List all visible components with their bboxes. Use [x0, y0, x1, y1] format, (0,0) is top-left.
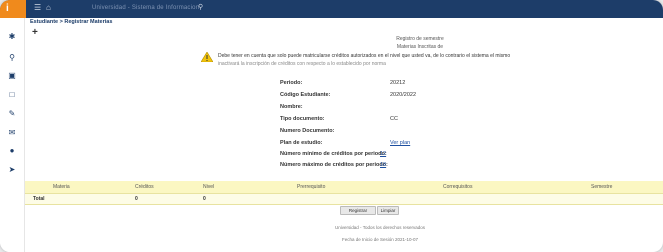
subjects-table-header: Materia Créditos Nivel Prerrequisito Cor… — [25, 181, 663, 193]
max-credits-label: Número máximo de créditos por periodo: — [280, 162, 388, 168]
total-credits: 0 — [135, 196, 138, 202]
add-icon[interactable]: + — [32, 27, 38, 38]
page-subtitle: Materias Inscritas de — [396, 44, 444, 50]
warning-message: Debe tener en cuenta que solo puede matr… — [218, 52, 663, 68]
top-title: Universidad - Sistema de Informacion — [92, 5, 200, 11]
total-label: Total — [33, 196, 45, 202]
document-type-label: Tipo documento: — [280, 116, 325, 122]
warning-line-1: Debe tener en cuenta que solo puede matr… — [218, 53, 511, 59]
document-icon[interactable]: □ — [8, 91, 16, 99]
study-plan-label: Plan de estudio: — [280, 140, 323, 146]
app-window: i ☰ ⌂ Universidad - Sistema de Informaci… — [0, 0, 663, 252]
warning-line-2: inactivará la inscripción de créditos co… — [218, 61, 386, 67]
globe-icon[interactable]: ● — [8, 147, 16, 155]
search-icon[interactable]: ⚲ — [198, 3, 203, 11]
warning-icon — [201, 52, 213, 62]
max-credits-value: 18 — [380, 162, 387, 168]
col-prerequisite: Prerrequisito — [297, 184, 326, 190]
mail-icon[interactable]: ✉ — [8, 129, 16, 137]
col-subject: Materia — [53, 184, 70, 190]
period-value: 20212 — [390, 80, 406, 86]
student-code-value: 2020/2022 — [390, 92, 416, 98]
left-sidebar: ✱ ⚲ ▣ □ ✎ ✉ ● ➤ — [0, 18, 25, 252]
register-button[interactable]: Registrar — [340, 206, 376, 215]
home-icon[interactable]: ⌂ — [46, 3, 51, 12]
period-label: Periodo: — [280, 80, 303, 86]
top-navigation-bar: i ☰ ⌂ Universidad - Sistema de Informaci… — [0, 0, 663, 18]
student-code-label: Código Estudiante: — [280, 92, 331, 98]
page-title: Registro de semestre — [396, 36, 444, 42]
total-level: 0 — [203, 196, 206, 202]
col-credits: Créditos — [135, 184, 154, 190]
footer-copyright: Universidad - Todos los derechos reserva… — [335, 225, 425, 230]
menu-icon[interactable]: ☰ — [34, 3, 41, 12]
col-corequisites: Correquisitos — [443, 184, 473, 190]
app-logo[interactable]: i — [0, 0, 26, 18]
settings-icon[interactable]: ✱ — [8, 33, 16, 41]
document-type-value: CC — [390, 116, 398, 122]
search-sidebar-icon[interactable]: ⚲ — [8, 54, 16, 62]
table-row: Total 0 0 — [25, 193, 663, 205]
clean-button[interactable]: Limpiar — [377, 206, 399, 215]
col-semester: Semestre — [591, 184, 613, 190]
min-credits-value: 12 — [380, 151, 387, 157]
name-label: Nombre: — [280, 104, 303, 110]
edit-icon[interactable]: ✎ — [8, 110, 16, 118]
breadcrumb[interactable]: Estudiante > Registrar Materias — [30, 19, 112, 25]
study-plan-link[interactable]: Ver plan — [390, 140, 410, 146]
logo-letter: i — [6, 3, 9, 14]
min-credits-label: Número mínimo de créditos por periodo: — [280, 151, 387, 157]
col-level: Nivel — [203, 184, 215, 190]
logout-icon[interactable]: ➤ — [8, 166, 16, 174]
calendar-icon[interactable]: ▣ — [8, 72, 16, 80]
document-number-label: Numero Documento: — [280, 128, 335, 134]
footer-session-date: Fecha de Inicio de Sesión 2021-10-07 — [341, 237, 419, 242]
